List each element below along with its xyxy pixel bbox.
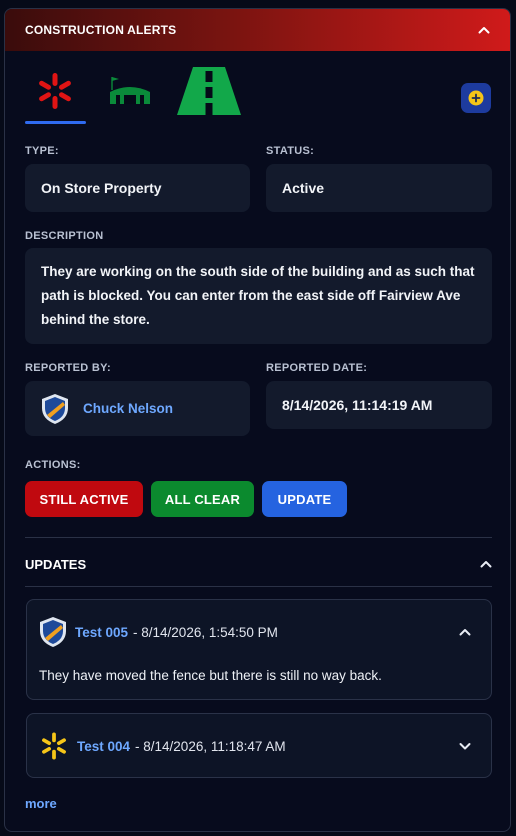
update-body: They have moved the fence but there is s… [39,668,382,683]
update-item: Test 004 - 8/14/2026, 11:18:47 AM [26,713,492,778]
status-label: STATUS: [266,145,315,157]
updates-header[interactable]: UPDATES [25,556,492,572]
description-label: DESCRIPTION [25,230,104,242]
update-author[interactable]: Test 005 [75,625,128,640]
chevron-up-icon[interactable] [476,22,492,38]
chevron-up-icon[interactable] [457,624,473,640]
updates-title: UPDATES [25,556,87,572]
update-date: - 8/14/2026, 1:54:50 PM [133,624,278,640]
walmart-spark-icon [42,732,66,760]
status-value: Active [266,164,492,212]
chevron-down-icon[interactable] [457,738,473,754]
section-divider [25,537,492,538]
panel-header[interactable]: CONSTRUCTION ALERTS [5,9,510,51]
tab-warehouse[interactable] [105,65,155,117]
update-item-header[interactable]: Test 005 - 8/14/2026, 1:54:50 PM [27,600,491,664]
reported-date-value: 8/14/2026, 11:14:19 AM [266,381,492,429]
construction-alerts-panel: CONSTRUCTION ALERTS TYPE: On Store Prope… [4,8,511,832]
reported-by-box: Chuck Nelson [25,381,250,436]
shield-avatar-icon [42,393,68,424]
update-item: Test 005 - 8/14/2026, 1:54:50 PM They ha… [26,599,492,700]
update-item-header[interactable]: Test 004 - 8/14/2026, 11:18:47 AM [27,714,491,778]
actions-label: ACTIONS: [25,459,81,471]
walmart-spark-icon [39,73,71,109]
active-tab-indicator [25,121,86,124]
shield-avatar-icon [40,617,66,647]
description-value: They are working on the south side of th… [25,248,492,344]
tab-road[interactable] [173,65,245,117]
warehouse-icon [110,77,150,104]
reported-date-label: REPORTED DATE: [266,362,368,374]
update-date: - 8/14/2026, 11:18:47 AM [135,738,286,754]
still-active-button[interactable]: STILL ACTIVE [25,481,143,517]
chevron-up-icon[interactable] [478,556,494,572]
tab-store-property[interactable] [29,65,81,117]
alert-type-tabs [5,51,510,137]
add-icon [468,90,484,106]
all-clear-button[interactable]: ALL CLEAR [151,481,254,517]
update-author[interactable]: Test 004 [77,739,130,754]
add-alert-button[interactable] [461,83,491,113]
panel-title: CONSTRUCTION ALERTS [25,23,177,37]
road-icon [177,67,241,115]
reported-by-name[interactable]: Chuck Nelson [83,401,173,416]
update-button[interactable]: UPDATE [262,481,347,517]
type-label: TYPE: [25,145,59,157]
more-link[interactable]: more [25,796,57,811]
type-value: On Store Property [25,164,250,212]
reported-by-label: REPORTED BY: [25,362,111,374]
updates-divider [25,586,492,587]
